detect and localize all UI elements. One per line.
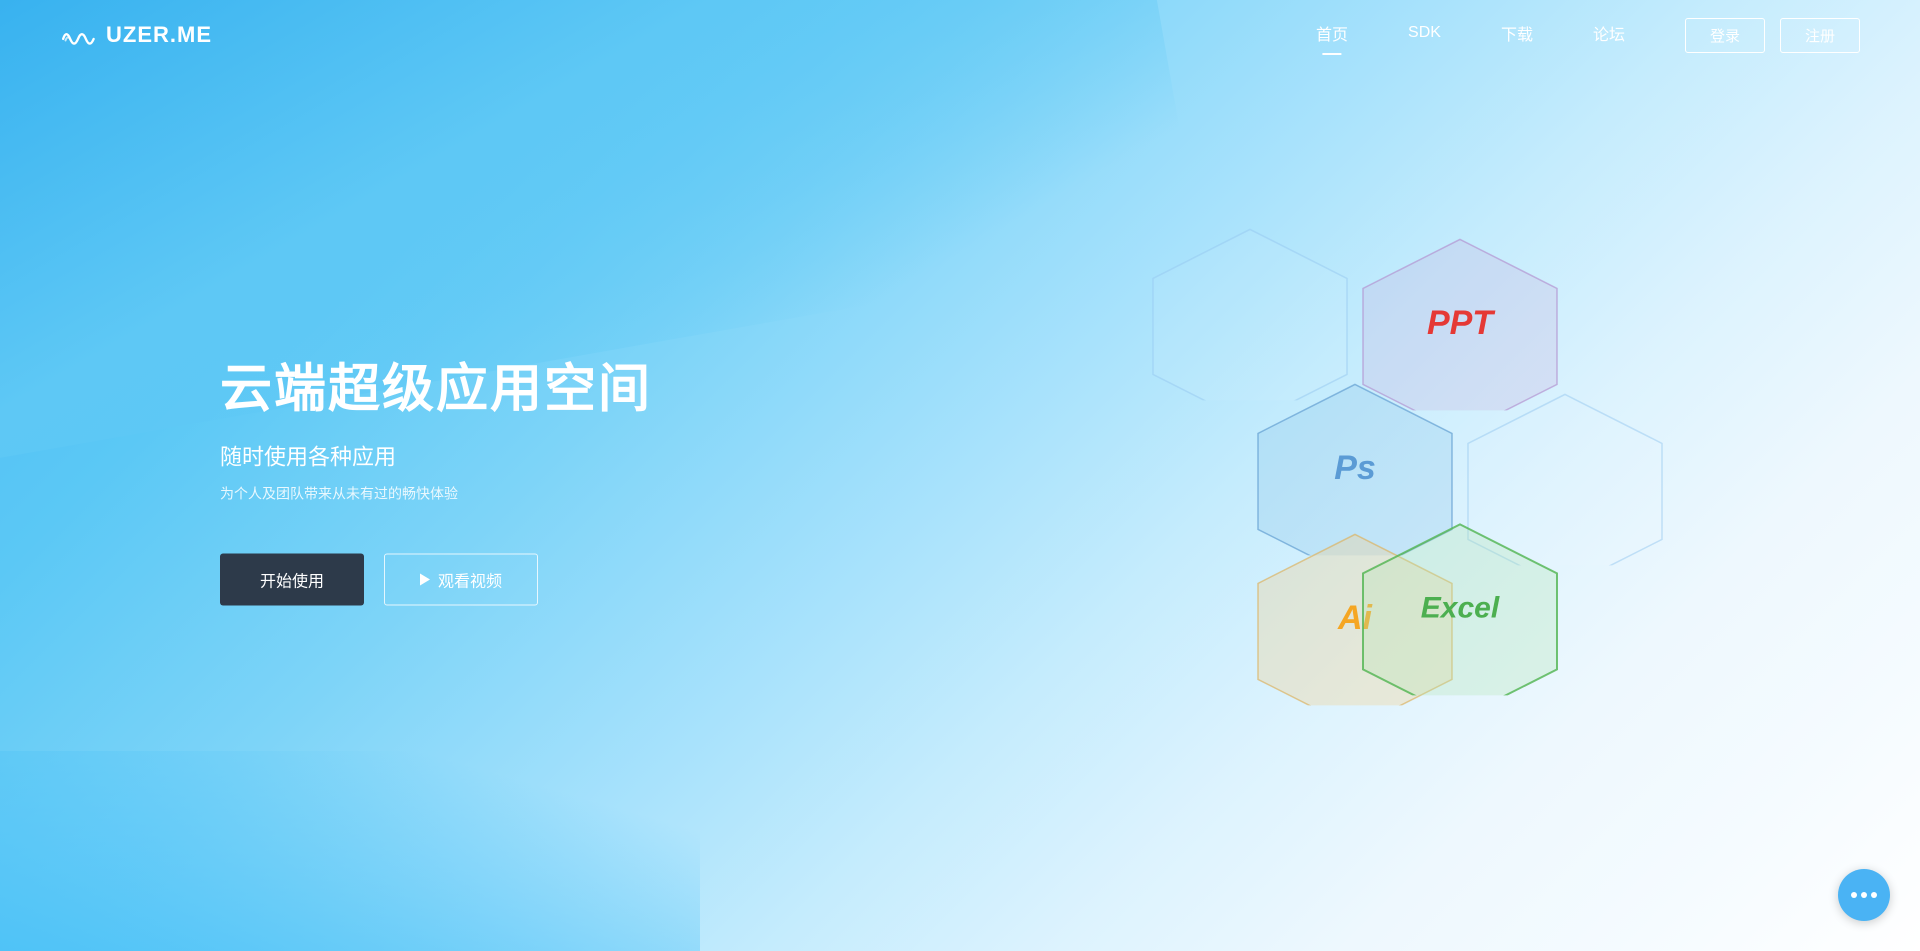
hero-title: 云端超级应用空间 <box>220 346 652 421</box>
chat-dot-3 <box>1871 892 1877 898</box>
logo-area: UZER.ME <box>60 21 212 49</box>
nav-links: 首页 SDK 下载 论坛 <box>1316 21 1625 49</box>
hero-content: 云端超级应用空间 随时使用各种应用 为个人及团队带来从未有过的畅快体验 开始使用… <box>220 346 652 605</box>
navbar: UZER.ME 首页 SDK 下载 论坛 登录 注册 <box>0 0 1920 70</box>
nav-sdk[interactable]: SDK <box>1408 24 1441 46</box>
hero-subtitle: 随时使用各种应用 <box>220 439 652 471</box>
hero-section: UZER.ME 首页 SDK 下载 论坛 登录 注册 云端超级应用空间 随时使用… <box>0 0 1920 951</box>
excel-label: Excel <box>1421 591 1499 625</box>
nav-home[interactable]: 首页 <box>1316 21 1348 49</box>
nav-buttons: 登录 注册 <box>1685 18 1860 53</box>
play-icon <box>420 573 430 585</box>
start-button[interactable]: 开始使用 <box>220 553 364 605</box>
hex-excel[interactable]: Excel <box>1360 521 1560 695</box>
nav-forum[interactable]: 论坛 <box>1593 21 1625 49</box>
hex-container: PPT Ps Ai Excel <box>1100 226 1720 746</box>
chat-dot-1 <box>1851 892 1857 898</box>
login-button[interactable]: 登录 <box>1685 18 1765 53</box>
hero-buttons: 开始使用 观看视频 <box>220 553 652 605</box>
logo-icon <box>60 21 96 49</box>
ppt-label: PPT <box>1427 303 1493 342</box>
ps-label: Ps <box>1334 448 1376 487</box>
brand-name: UZER.ME <box>106 22 212 48</box>
watch-button[interactable]: 观看视频 <box>384 553 538 605</box>
chat-bubble[interactable] <box>1838 869 1890 921</box>
nav-download[interactable]: 下载 <box>1501 21 1533 49</box>
chat-dots-container <box>1851 892 1877 898</box>
hex-outline-topleft <box>1150 226 1350 400</box>
chat-dot-2 <box>1861 892 1867 898</box>
watch-label: 观看视频 <box>438 567 502 591</box>
register-button[interactable]: 注册 <box>1780 18 1860 53</box>
hex-grid: PPT Ps Ai Excel <box>1100 226 1720 746</box>
hero-description: 为个人及团队带来从未有过的畅快体验 <box>220 483 652 503</box>
